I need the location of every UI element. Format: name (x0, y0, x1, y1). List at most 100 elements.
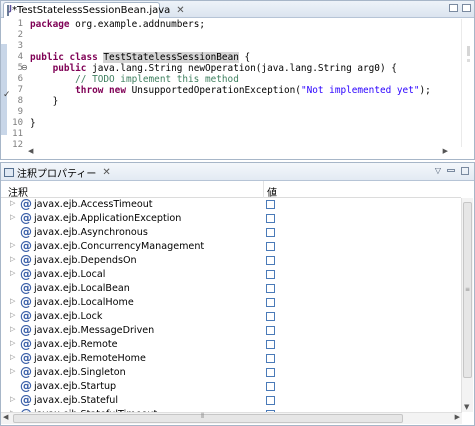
view-menu-icon[interactable]: ▽ (435, 166, 441, 175)
annotation-icon: @ (20, 295, 32, 309)
expand-icon[interactable]: ▷ (10, 199, 15, 207)
line-number: 2 (17, 30, 23, 40)
expand-icon[interactable]: ▷ (10, 325, 15, 333)
overview-marker[interactable] (467, 46, 470, 56)
annotation-checkbox[interactable] (266, 312, 275, 321)
annotation-checkbox[interactable] (266, 214, 275, 223)
column-header-value[interactable]: 値 (267, 184, 277, 199)
annotation-row[interactable]: ▷ @ javax.ejb.ApplicationException (1, 211, 461, 226)
annotation-checkbox[interactable] (266, 326, 275, 335)
editor-tab-bar: *TestStatelessSessionBean.java ✕ (1, 1, 474, 18)
annotation-row[interactable]: ▷ @ javax.ejb.Local (1, 267, 461, 282)
maximize-button[interactable] (462, 4, 471, 12)
annotation-checkbox[interactable] (266, 256, 275, 265)
annotation-row[interactable]: ▷ @ javax.ejb.LocalHome (1, 295, 461, 310)
annotation-row[interactable]: ▷ @ javax.ejb.RemoteHome (1, 351, 461, 366)
annotation-name: javax.ejb.Remote (34, 339, 118, 350)
maximize-button[interactable] (461, 166, 469, 175)
overview-marker[interactable] (467, 59, 470, 62)
annotation-checkbox[interactable] (266, 340, 275, 349)
fold-icon[interactable]: ⊖ (21, 63, 28, 72)
annotation-checkbox[interactable] (266, 270, 275, 279)
view-horizontal-scrollbar[interactable]: ◀ ⦀ ▶ (1, 412, 462, 424)
annotation-tree: ▷ @ javax.ejb.AccessTimeout ▷ @ javax.ejb.App… (1, 198, 461, 412)
editor-vertical-scrollbar[interactable] (461, 19, 473, 147)
code-line: // TODO implement this method (75, 74, 239, 85)
expand-icon[interactable]: ▷ (10, 395, 15, 403)
line-number: 12 (12, 140, 23, 150)
code-line: } (30, 118, 36, 129)
line-number-ruler: 1 2 3 4 5 6 7 8 9 10 11 12 ⊖ ✓ (1, 19, 28, 150)
view-vertical-scrollbar[interactable]: ≡ ▼ (461, 198, 473, 412)
scroll-left-icon[interactable]: ◀ (28, 147, 33, 155)
minimize-button[interactable] (447, 169, 455, 172)
view-tab-bar: 注釈プロパティー ✕ ▽ (1, 163, 474, 181)
annotation-row[interactable]: @ javax.ejb.Startup (1, 379, 461, 394)
code-line: public java.lang.String newOperation(jav… (52, 63, 397, 74)
annotation-name: javax.ejb.Asynchronous (34, 227, 148, 238)
annotation-icon: @ (20, 351, 32, 365)
line-number: 1 (17, 19, 23, 29)
expand-icon[interactable]: ▷ (10, 297, 15, 305)
code-line: } (30, 96, 59, 107)
annotation-checkbox[interactable] (266, 242, 275, 251)
editor-horizontal-scrollbar[interactable]: ◀ ▶ (28, 147, 448, 159)
annotation-name: javax.ejb.LocalHome (34, 297, 134, 308)
close-icon[interactable]: ✕ (176, 5, 184, 16)
annotation-icon: @ (20, 225, 32, 239)
annotation-name: javax.ejb.AccessTimeout (34, 199, 153, 210)
view-tab[interactable]: 注釈プロパティー ✕ (4, 165, 111, 180)
minimize-button[interactable] (449, 4, 458, 12)
annotation-row[interactable]: @ javax.ejb.LocalBean (1, 281, 461, 296)
annotation-properties-view: 注釈プロパティー ✕ ▽ 注釈 値 ▷ @ javax.ejb.AccessTime… (0, 162, 475, 426)
annotation-checkbox[interactable] (266, 298, 275, 307)
code-line: package org.example.addnumbers; (30, 19, 205, 30)
annotation-row[interactable]: ▷ @ javax.ejb.DependsOn (1, 253, 461, 268)
expand-icon[interactable]: ▷ (10, 311, 15, 319)
annotation-name: javax.ejb.Singleton (34, 367, 126, 378)
expand-icon[interactable]: ▷ (10, 241, 15, 249)
java-file-icon (7, 4, 12, 16)
expand-icon[interactable]: ▷ (10, 367, 15, 375)
annotation-checkbox[interactable] (266, 228, 275, 237)
annotation-row[interactable]: @ javax.ejb.Asynchronous (1, 225, 461, 240)
line-number: 8 (17, 96, 23, 106)
grip-icon: ≡ (465, 286, 471, 293)
annotation-name: javax.ejb.ApplicationException (34, 213, 182, 224)
column-header-annotation[interactable]: 注釈 (8, 184, 28, 199)
expand-icon[interactable]: ▷ (10, 213, 15, 221)
scroll-down-icon[interactable]: ▼ (464, 403, 469, 411)
annotation-row[interactable]: ▷ @ javax.ejb.Lock (1, 309, 461, 324)
scroll-left-icon[interactable]: ◀ (3, 413, 8, 421)
task-marker-icon[interactable]: ✓ (3, 90, 11, 100)
annotation-checkbox[interactable] (266, 284, 275, 293)
scrollbar-thumb[interactable] (13, 414, 403, 423)
code-area[interactable]: package org.example.addnumbers; public c… (30, 19, 450, 147)
annotation-icon: @ (20, 281, 32, 295)
annotation-icon: @ (20, 253, 32, 267)
expand-icon[interactable]: ▷ (10, 255, 15, 263)
line-number: 11 (12, 129, 23, 139)
annotation-row[interactable]: ▷ @ javax.ejb.Remote (1, 337, 461, 352)
editor-tab[interactable]: *TestStatelessSessionBean.java ✕ (3, 2, 185, 18)
annotation-row[interactable]: ▷ @ javax.ejb.Stateful (1, 393, 461, 408)
annotation-name: javax.ejb.DependsOn (34, 255, 137, 266)
annotation-checkbox[interactable] (266, 382, 275, 391)
column-divider[interactable] (263, 181, 264, 198)
annotation-row[interactable]: ▷ @ javax.ejb.ConcurrencyManagement (1, 239, 461, 254)
scroll-right-icon[interactable]: ▶ (443, 147, 448, 155)
annotation-checkbox[interactable] (266, 396, 275, 405)
scroll-right-icon[interactable]: ▶ (455, 413, 460, 421)
annotation-checkbox[interactable] (266, 368, 275, 377)
annotation-checkbox[interactable] (266, 354, 275, 363)
annotation-row[interactable]: ▷ @ javax.ejb.MessageDriven (1, 323, 461, 338)
annotation-row[interactable]: ▷ @ javax.ejb.AccessTimeout (1, 198, 461, 212)
expand-icon[interactable]: ▷ (10, 269, 15, 277)
expand-icon[interactable]: ▷ (10, 353, 15, 361)
expand-icon[interactable]: ▷ (10, 339, 15, 347)
annotation-checkbox[interactable] (266, 200, 275, 209)
annotation-row[interactable]: ▷ @ javax.ejb.Singleton (1, 365, 461, 380)
line-number: 7 (17, 85, 23, 95)
close-icon[interactable]: ✕ (102, 167, 110, 178)
table-header: 注釈 値 (1, 181, 461, 199)
